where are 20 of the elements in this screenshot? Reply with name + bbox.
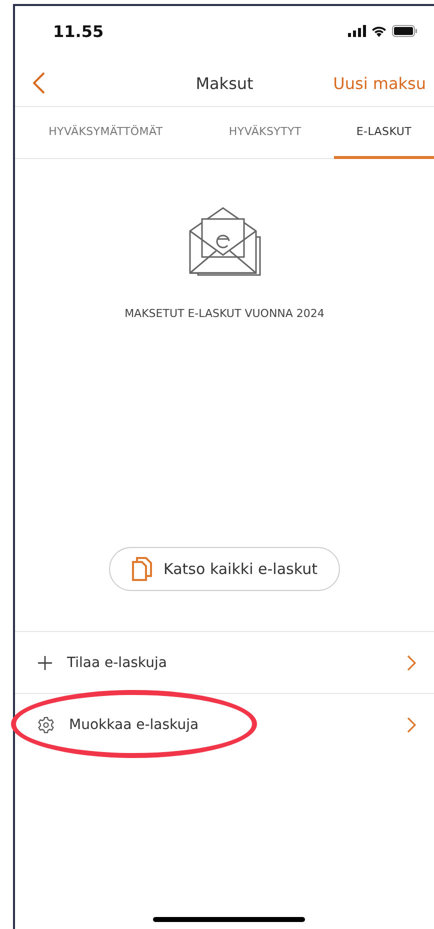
battery-icon <box>392 25 418 37</box>
envelope-icon <box>188 207 262 277</box>
menu-row[interactable]: Muokkaa e-laskuja <box>15 693 434 755</box>
settings-icon <box>37 716 55 734</box>
year-caption: MAKSETUT E-LASKUT VUONNA 2024 <box>124 307 324 320</box>
new-payment-button[interactable]: Uusi maksu <box>333 74 426 92</box>
signal-icon <box>348 25 366 37</box>
chevron-right-icon <box>407 654 416 670</box>
menu-row[interactable]: Tilaa e-laskuja <box>15 631 434 693</box>
tab[interactable]: HYVÄKSYMÄTTÖMÄT <box>15 107 196 159</box>
tab[interactable]: E-LASKUT <box>334 107 434 159</box>
back-button[interactable] <box>33 72 45 94</box>
view-all-button[interactable]: Katso kaikki e-laskut <box>108 547 340 591</box>
wifi-icon <box>371 25 387 37</box>
status-time: 11.55 <box>53 22 104 40</box>
chevron-right-icon <box>407 716 416 732</box>
plus-icon <box>37 654 53 670</box>
tab[interactable]: HYVÄKSYTYT <box>196 107 334 159</box>
screen-title: Maksut <box>196 74 254 92</box>
documents-icon <box>132 557 152 581</box>
